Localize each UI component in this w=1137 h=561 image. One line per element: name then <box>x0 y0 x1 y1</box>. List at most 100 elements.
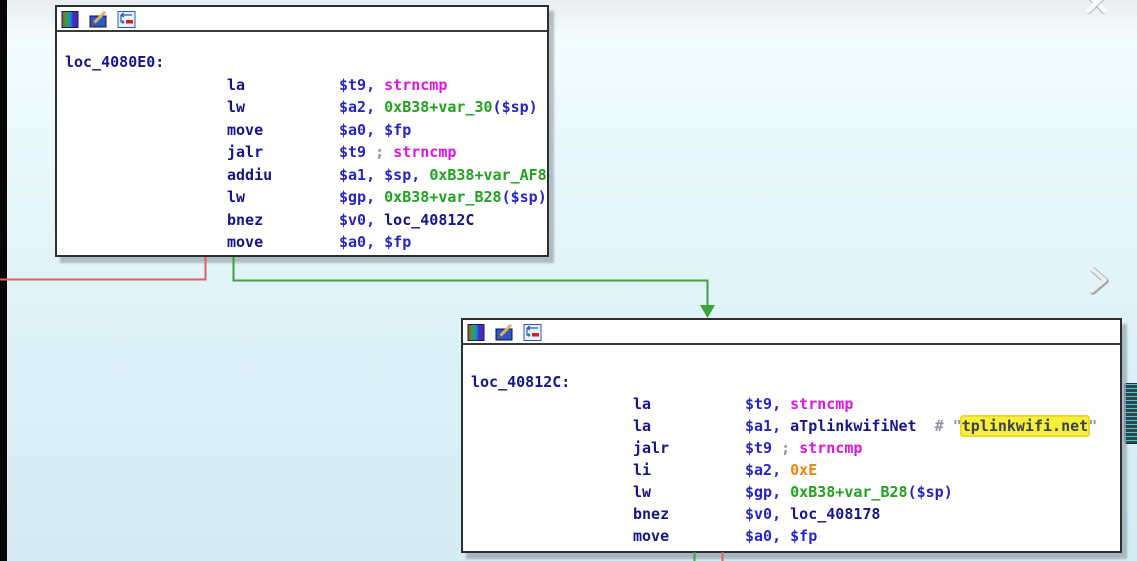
asm-line[interactable]: jalr$t9 ; strncmp <box>57 141 547 164</box>
operand-token: loc_408178 <box>790 505 880 523</box>
operand-token: , <box>366 211 384 229</box>
mnemonic: move <box>227 231 339 254</box>
operand-token: loc_40812C <box>384 211 474 229</box>
operand-token: $v0 <box>745 505 772 523</box>
asm-line[interactable]: la$t9, strncmp <box>463 393 1120 415</box>
asm-line[interactable]: move$a0, $fp <box>463 525 1120 547</box>
asm-line[interactable]: lw$a2, 0xB38+var_30($sp) <box>57 96 547 119</box>
operand-token: $fp <box>790 527 817 545</box>
operand-token: $t9 <box>339 76 366 94</box>
operand-token: , <box>772 417 790 435</box>
operand-token: $a0 <box>339 233 366 251</box>
operand-token: strncmp <box>393 143 456 161</box>
mnemonic: lw <box>227 186 339 209</box>
mnemonic: lw <box>633 481 745 503</box>
operand-token: ( <box>502 188 511 206</box>
edit-node-icon[interactable] <box>89 11 108 28</box>
asm-line[interactable]: la$a1, aTplinkwifiNet # "tplinkwifi.net" <box>463 415 1120 437</box>
mnemonic: li <box>633 459 745 481</box>
operand-token: , <box>772 483 790 501</box>
operand-token: ) <box>944 483 953 501</box>
operand-token: $a0 <box>745 527 772 545</box>
operand-token: 0xB38+var_B28 <box>790 483 907 501</box>
operand-token: $a0 <box>339 121 366 139</box>
asm-line[interactable]: bnez$v0, loc_408178 <box>463 503 1120 525</box>
asm-line[interactable]: jalr$t9 ; strncmp <box>463 437 1120 459</box>
asm-line[interactable]: addiu$a1, $sp, 0xB38+var_AF8 <box>57 164 547 187</box>
mnemonic: la <box>633 415 745 437</box>
operand-token: " <box>1088 417 1097 435</box>
operand-token: $sp <box>502 98 529 116</box>
ida-graph-view: loc_4080E0:la$t9, strncmplw$a2, 0xB38+va… <box>0 0 1137 561</box>
node-color-icon[interactable] <box>467 324 486 341</box>
operand-token: 0xB38+var_AF8 <box>429 166 546 184</box>
edge-green-arrowhead <box>700 305 715 318</box>
operand-token: $t9 <box>745 439 772 457</box>
asm-line[interactable]: lw$gp, 0xB38+var_B28($sp) <box>463 481 1120 503</box>
operand-token: ( <box>493 98 502 116</box>
asm-line[interactable]: li$a2, 0xE <box>463 459 1120 481</box>
edit-node-icon[interactable] <box>495 324 514 341</box>
operand-token: strncmp <box>799 439 862 457</box>
mnemonic: jalr <box>227 141 339 164</box>
operand-token: # <box>917 417 953 435</box>
operand-token: $fp <box>384 233 411 251</box>
operand-token: , <box>772 505 790 523</box>
mnemonic: jalr <box>633 437 745 459</box>
group-nodes-icon[interactable] <box>117 11 136 28</box>
operand-token: $t9 <box>745 395 772 413</box>
operand-token: strncmp <box>384 76 447 94</box>
operand-token: 0xB38+var_B28 <box>384 188 501 206</box>
operand-token: $a2 <box>745 461 772 479</box>
operand-token: ; <box>366 143 393 161</box>
node-titlebar <box>463 320 1120 345</box>
operand-token: , <box>366 98 384 116</box>
asm-line[interactable]: loc_40812C: <box>463 371 1120 393</box>
block-label: loc_40812C: <box>471 373 570 391</box>
highlighted-string: tplinkwifi.net <box>962 417 1088 435</box>
mnemonic: move <box>633 525 745 547</box>
asm-line[interactable]: move$a0, $fp <box>57 231 547 254</box>
operand-token: , <box>366 188 384 206</box>
basic-block-loc_40812C[interactable]: loc_40812C:la$t9, strncmpla$a1, aTplinkw… <box>461 318 1122 553</box>
asm-line[interactable]: move$a0, $fp <box>57 119 547 142</box>
mnemonic: move <box>227 119 339 142</box>
operand-token: , <box>411 166 429 184</box>
operand-token: , <box>366 233 384 251</box>
operand-token: , <box>366 76 384 94</box>
disassembly-code[interactable]: loc_4080E0:la$t9, strncmplw$a2, 0xB38+va… <box>57 32 547 275</box>
mnemonic: lw <box>227 96 339 119</box>
asm-line[interactable]: la$t9, strncmp <box>57 74 547 97</box>
screen-left-black-strip <box>0 0 7 561</box>
node-titlebar <box>57 7 547 32</box>
mnemonic: bnez <box>227 209 339 232</box>
operand-token: , <box>772 461 790 479</box>
basic-block-loc_4080E0[interactable]: loc_4080E0:la$t9, strncmplw$a2, 0xB38+va… <box>55 5 549 257</box>
close-icon[interactable] <box>1082 0 1110 14</box>
operand-token: $sp <box>511 188 538 206</box>
mnemonic: la <box>633 393 745 415</box>
operand-token: $fp <box>384 121 411 139</box>
operand-token: $v0 <box>339 211 366 229</box>
asm-line[interactable]: loc_4080E0: <box>57 51 547 74</box>
operand-token: " <box>953 417 962 435</box>
operand-token: $a2 <box>339 98 366 116</box>
operand-token: $gp <box>745 483 772 501</box>
chevron-right-icon[interactable] <box>1085 265 1113 299</box>
disassembly-code[interactable]: loc_40812C:la$t9, strncmpla$a1, aTplinkw… <box>463 345 1120 561</box>
operand-token: 0xB38+var_30 <box>384 98 492 116</box>
block-label: loc_4080E0: <box>65 53 164 71</box>
group-nodes-icon[interactable] <box>523 324 542 341</box>
asm-line[interactable]: bnez$v0, loc_40812C <box>57 209 547 232</box>
operand-token: , <box>366 121 384 139</box>
operand-token: $a1 <box>339 166 366 184</box>
operand-token: , <box>772 527 790 545</box>
node-color-icon[interactable] <box>61 11 80 28</box>
operand-token: ) <box>529 98 538 116</box>
clipped-node-fragment <box>1124 383 1137 444</box>
mnemonic: addiu <box>227 164 339 187</box>
operand-token: ) <box>538 188 547 206</box>
operand-token: , <box>772 395 790 413</box>
operand-token: $sp <box>384 166 411 184</box>
asm-line[interactable]: lw$gp, 0xB38+var_B28($sp) <box>57 186 547 209</box>
